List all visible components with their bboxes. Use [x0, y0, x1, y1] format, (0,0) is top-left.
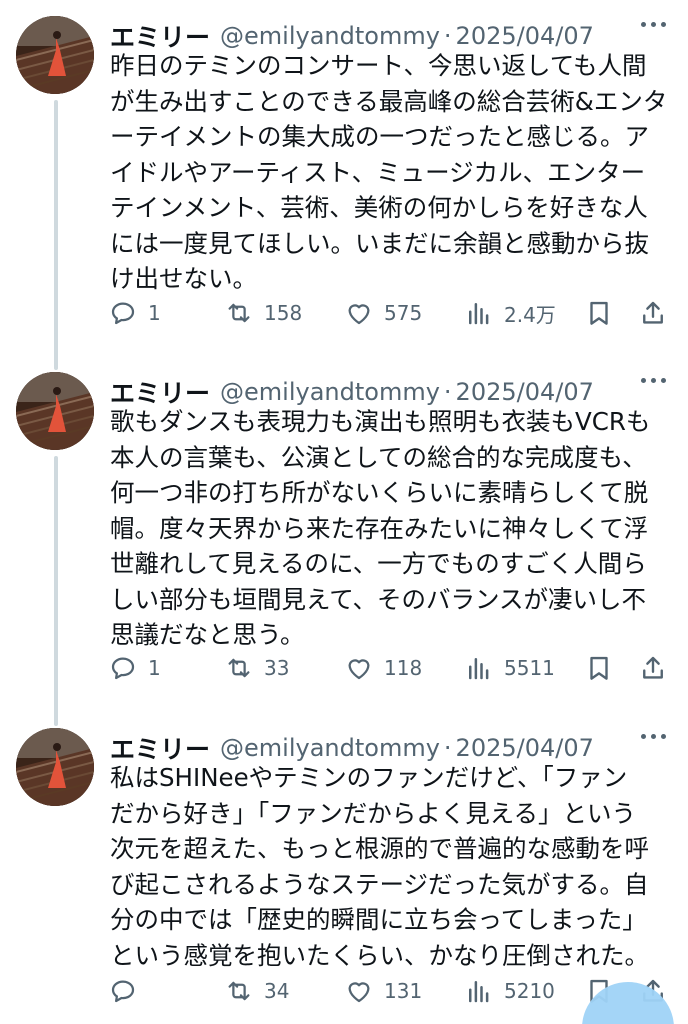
reply-count: 1: [148, 656, 161, 680]
share-icon: [643, 301, 663, 324]
post-date[interactable]: 2025/04/07: [456, 378, 594, 406]
bookmark-button[interactable]: [584, 293, 614, 333]
text-line: イドルやアーティスト、ミュージカル、エンター: [110, 157, 646, 187]
post-date[interactable]: 2025/04/07: [456, 734, 594, 762]
bookmark-icon: [590, 301, 608, 325]
reply-button[interactable]: 1: [108, 648, 161, 688]
reply-icon: [111, 657, 135, 680]
more-icon[interactable]: [641, 734, 666, 739]
action-bar: 1 33 118 5511: [108, 648, 672, 688]
like-button[interactable]: 131: [344, 971, 422, 1011]
repost-button[interactable]: 158: [224, 293, 302, 333]
views-icon: [469, 658, 489, 680]
repost-count: 158: [264, 301, 303, 325]
reply-button[interactable]: 1: [108, 293, 161, 333]
avatar[interactable]: [16, 372, 94, 450]
text-line: け出せない。: [110, 264, 257, 293]
repost-button[interactable]: 34: [224, 971, 289, 1011]
text-line: には一度見てほしい。いまだに余韻と感動から抜: [110, 228, 649, 258]
text-line: 分の中では「歴史的瞬間に立ち会ってしまった」: [110, 905, 647, 934]
avatar[interactable]: [16, 16, 94, 94]
like-button[interactable]: 118: [344, 648, 422, 688]
separator: ·: [443, 734, 452, 762]
view-count: 2.4万: [504, 302, 556, 327]
reply-count: 1: [148, 301, 161, 325]
like-count: 575: [384, 301, 423, 325]
text-line: しい部分も垣間見えて、そのバランスが凄いし不: [110, 584, 647, 614]
like-button[interactable]: 575: [344, 293, 422, 333]
text-line: ーテイメントの集大成の一つだったと感じる。ア: [110, 122, 649, 151]
reply-icon: [111, 302, 135, 325]
view-count: 5210: [504, 979, 555, 1003]
text-line: が生み出すことのできる最高峰の総合芸術&エンタ: [110, 86, 668, 116]
tweet-text: 昨日のテミンのコンサート、今思い返しても人間 が生み出すことのできる最高峰の総合…: [110, 48, 670, 297]
repost-icon: [228, 303, 250, 323]
more-icon[interactable]: [641, 22, 666, 27]
tweet[interactable]: エミリー @emilyandtommy · 2025/04/07 私はSHINe…: [0, 720, 688, 1024]
like-icon: [348, 304, 370, 325]
more-icon[interactable]: [641, 378, 666, 383]
author-handle[interactable]: @emilyandtommy: [220, 734, 440, 762]
text-line: だから好き」「ファンだからよく見える」という: [110, 798, 637, 828]
share-button[interactable]: [638, 293, 668, 333]
like-count: 118: [384, 656, 423, 680]
reply-icon: [111, 980, 135, 1003]
tweet-text: 私はSHINeeやテミンのファンだけど、「ファン だから好き」「ファンだからよく…: [110, 760, 670, 973]
views-button[interactable]: 5511: [464, 648, 555, 688]
text-line: 歌もダンスも表現力も演出も照明も衣装もVCRも: [110, 407, 651, 436]
repost-button[interactable]: 33: [224, 648, 289, 688]
text-line: という感覚を抱いたくらい、かなり圧倒された。: [110, 940, 649, 970]
view-count: 5511: [504, 656, 555, 680]
like-count: 131: [384, 979, 423, 1003]
text-line: 次元を超えた、もっと根源的で普遍的な感動を呼: [110, 834, 649, 863]
views-icon: [469, 981, 489, 1003]
bookmark-icon: [590, 656, 608, 680]
avatar[interactable]: [16, 728, 94, 806]
post-date[interactable]: 2025/04/07: [456, 22, 594, 50]
views-button[interactable]: 5210: [464, 971, 555, 1011]
text-line: 本人の言葉も、公演としての総合的な完成度も、: [110, 442, 647, 472]
share-button[interactable]: [638, 648, 668, 688]
views-icon: [469, 303, 489, 325]
action-bar: 1 158 575 2.4万: [108, 293, 672, 333]
tweet-text: 歌もダンスも表現力も演出も照明も衣装もVCRも 本人の言葉も、公演としての総合的…: [110, 404, 670, 653]
avatar-image: [16, 16, 94, 94]
text-line: テインメント、芸術、美術の何かしらを好きな人: [110, 193, 648, 222]
like-icon: [348, 982, 370, 1003]
author-handle[interactable]: @emilyandtommy: [220, 22, 440, 50]
separator: ·: [443, 22, 452, 50]
separator: ·: [443, 378, 452, 406]
reply-button[interactable]: [108, 971, 148, 1011]
avatar-image: [16, 728, 94, 806]
repost-icon: [228, 981, 250, 1001]
text-line: 何一つ非の打ち所がないくらいに素晴らしくて脱: [110, 478, 649, 507]
tweet[interactable]: エミリー @emilyandtommy · 2025/04/07 昨日のテミンの…: [0, 8, 688, 358]
text-line: び起こされるようなステージだった気がする。自: [110, 869, 649, 899]
like-icon: [348, 659, 370, 680]
bookmark-button[interactable]: [584, 648, 614, 688]
repost-icon: [228, 658, 250, 678]
share-icon: [643, 656, 663, 679]
text-line: 帽。度々天界から来た存在みたいに神々しくて浮: [110, 513, 649, 543]
views-button[interactable]: 2.4万: [464, 293, 556, 333]
text-line: 昨日のテミンのコンサート、今思い返しても人間: [110, 51, 647, 80]
repost-count: 34: [264, 979, 290, 1003]
repost-count: 33: [264, 656, 290, 680]
tweet[interactable]: エミリー @emilyandtommy · 2025/04/07 歌もダンスも表…: [0, 364, 688, 714]
text-line: 世離れして見えるのに、一方でものすごく人間ら: [110, 549, 647, 578]
author-handle[interactable]: @emilyandtommy: [220, 378, 440, 406]
text-line: 私はSHINeeやテミンのファンだけど、「ファン: [110, 763, 628, 792]
avatar-image: [16, 372, 94, 450]
